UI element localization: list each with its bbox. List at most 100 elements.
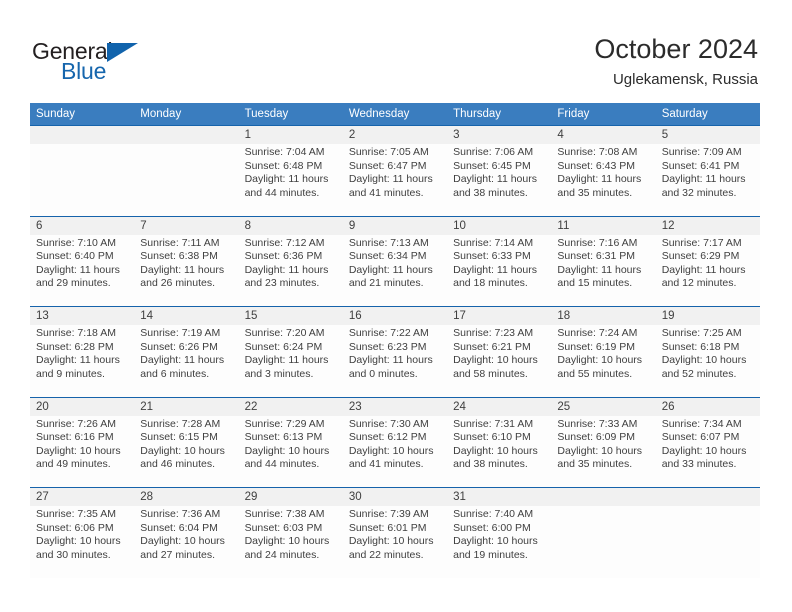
day-cell[interactable]: Sunrise: 7:19 AM Sunset: 6:26 PM Dayligh…: [134, 325, 239, 397]
sunset-text: Sunset: 6:01 PM: [348, 521, 427, 534]
daylight-text-line1: Daylight: 10 hours: [348, 535, 434, 548]
date-number: 31: [447, 487, 552, 506]
week-5-date-row: 27 28 29 30 31: [30, 487, 760, 506]
day-cell[interactable]: Sunrise: 7:40 AM Sunset: 6:00 PM Dayligh…: [447, 506, 552, 578]
daylight-text-line2: and 32 minutes.: [661, 186, 737, 199]
day-cell[interactable]: Sunrise: 7:24 AM Sunset: 6:19 PM Dayligh…: [551, 325, 656, 397]
day-cell[interactable]: Sunrise: 7:33 AM Sunset: 6:09 PM Dayligh…: [551, 415, 656, 488]
sunset-text: Sunset: 6:15 PM: [140, 431, 218, 444]
day-cell[interactable]: Sunrise: 7:20 AM Sunset: 6:24 PM Dayligh…: [238, 325, 343, 397]
day-cell[interactable]: Sunrise: 7:22 AM Sunset: 6:23 PM Dayligh…: [342, 325, 448, 397]
page-header: General Blue October 2024 Uglekamensk, R…: [0, 0, 792, 103]
sunrise-text: Sunrise: 7:10 AM: [36, 236, 116, 249]
sunset-text: Sunset: 6:23 PM: [348, 340, 427, 353]
day-cell[interactable]: Sunrise: 7:12 AM Sunset: 6:36 PM Dayligh…: [238, 234, 343, 307]
day-cell[interactable]: Sunrise: 7:10 AM Sunset: 6:40 PM Dayligh…: [30, 234, 135, 307]
date-number: [551, 487, 656, 506]
daylight-text-line1: Daylight: 10 hours: [661, 354, 747, 367]
sunrise-text: Sunrise: 7:30 AM: [348, 417, 429, 430]
day-cell[interactable]: Sunrise: 7:06 AM Sunset: 6:45 PM Dayligh…: [447, 144, 552, 216]
daylight-text-line2: and 52 minutes.: [661, 367, 737, 380]
daylight-text-line2: and 22 minutes.: [348, 548, 424, 561]
day-cell[interactable]: [30, 144, 135, 216]
daylight-text-line2: and 29 minutes.: [36, 277, 111, 290]
day-cell[interactable]: Sunrise: 7:13 AM Sunset: 6:34 PM Dayligh…: [342, 234, 448, 307]
date-number: 24: [447, 396, 552, 416]
calendar-page: General Blue October 2024 Uglekamensk, R…: [0, 0, 792, 612]
daylight-text-line1: Daylight: 10 hours: [557, 444, 643, 457]
date-number: 12: [655, 215, 760, 235]
daylight-text-line2: and 6 minutes.: [140, 367, 210, 380]
week-5-detail-row: Sunrise: 7:35 AM Sunset: 6:06 PM Dayligh…: [30, 506, 760, 578]
sunset-text: Sunset: 6:10 PM: [453, 431, 531, 444]
week-3-detail-row: Sunrise: 7:18 AM Sunset: 6:28 PM Dayligh…: [30, 325, 760, 397]
day-cell[interactable]: Sunrise: 7:26 AM Sunset: 6:16 PM Dayligh…: [30, 415, 135, 488]
day-cell[interactable]: Sunrise: 7:08 AM Sunset: 6:43 PM Dayligh…: [551, 144, 656, 216]
daylight-text-line1: Daylight: 11 hours: [244, 173, 329, 186]
sunrise-text: Sunrise: 7:39 AM: [348, 508, 429, 520]
day-cell[interactable]: Sunrise: 7:28 AM Sunset: 6:15 PM Dayligh…: [134, 415, 239, 488]
day-cell[interactable]: Sunrise: 7:36 AM Sunset: 6:04 PM Dayligh…: [134, 506, 239, 578]
daylight-text-line1: Daylight: 11 hours: [348, 173, 433, 186]
daylight-text-line1: Daylight: 10 hours: [140, 444, 225, 457]
day-cell[interactable]: [551, 506, 656, 578]
general-blue-logo[interactable]: General Blue: [32, 38, 212, 88]
day-cell[interactable]: Sunrise: 7:14 AM Sunset: 6:33 PM Dayligh…: [447, 234, 552, 307]
daylight-text-line1: Daylight: 10 hours: [140, 535, 225, 548]
day-cell[interactable]: Sunrise: 7:09 AM Sunset: 6:41 PM Dayligh…: [655, 144, 760, 216]
date-number: 23: [342, 396, 448, 416]
sunset-text: Sunset: 6:34 PM: [348, 250, 427, 263]
day-cell[interactable]: Sunrise: 7:34 AM Sunset: 6:07 PM Dayligh…: [655, 415, 760, 488]
daylight-text-line2: and 9 minutes.: [36, 367, 105, 380]
daylight-text-line2: and 0 minutes.: [348, 367, 418, 380]
daylight-text-line1: Daylight: 11 hours: [661, 263, 746, 276]
day-cell[interactable]: Sunrise: 7:31 AM Sunset: 6:10 PM Dayligh…: [447, 415, 552, 488]
sunrise-text: Sunrise: 7:23 AM: [453, 327, 534, 339]
daylight-text-line1: Daylight: 10 hours: [348, 444, 434, 457]
page-subtitle: Uglekamensk, Russia: [612, 71, 758, 88]
day-cell[interactable]: Sunrise: 7:04 AM Sunset: 6:48 PM Dayligh…: [238, 144, 343, 216]
day-cell[interactable]: Sunrise: 7:38 AM Sunset: 6:03 PM Dayligh…: [238, 506, 343, 578]
day-cell[interactable]: Sunrise: 7:35 AM Sunset: 6:06 PM Dayligh…: [30, 506, 135, 578]
day-cell[interactable]: Sunrise: 7:29 AM Sunset: 6:13 PM Dayligh…: [238, 415, 343, 488]
day-cell[interactable]: Sunrise: 7:23 AM Sunset: 6:21 PM Dayligh…: [447, 325, 552, 397]
weekday-header-monday: Monday: [134, 103, 239, 126]
daylight-text-line2: and 35 minutes.: [557, 186, 633, 199]
sunrise-text: Sunrise: 7:36 AM: [140, 508, 221, 520]
daylight-text-line1: Daylight: 10 hours: [453, 354, 538, 367]
day-cell[interactable]: Sunrise: 7:30 AM Sunset: 6:12 PM Dayligh…: [342, 415, 448, 488]
sunrise-text: Sunrise: 7:13 AM: [348, 236, 429, 249]
weekday-header-friday: Friday: [551, 103, 656, 126]
title-block: October 2024 Uglekamensk, Russia: [594, 33, 758, 90]
day-cell[interactable]: Sunrise: 7:05 AM Sunset: 6:47 PM Dayligh…: [342, 144, 448, 216]
day-cell[interactable]: Sunrise: 7:11 AM Sunset: 6:38 PM Dayligh…: [134, 234, 239, 307]
sunset-text: Sunset: 6:36 PM: [244, 250, 323, 263]
daylight-text-line2: and 30 minutes.: [36, 548, 111, 561]
day-cell[interactable]: Sunrise: 7:39 AM Sunset: 6:01 PM Dayligh…: [342, 506, 448, 578]
day-cell[interactable]: [655, 506, 760, 578]
sunset-text: Sunset: 6:19 PM: [557, 340, 636, 353]
daylight-text-line2: and 35 minutes.: [557, 458, 633, 471]
sunset-text: Sunset: 6:18 PM: [661, 340, 740, 353]
daylight-text-line2: and 41 minutes.: [348, 458, 424, 471]
sunset-text: Sunset: 6:07 PM: [661, 431, 740, 444]
sunrise-text: Sunrise: 7:26 AM: [36, 417, 116, 430]
daylight-text-line2: and 33 minutes.: [661, 458, 737, 471]
week-1-date-row: 1 2 3 4 5: [30, 125, 760, 144]
day-cell[interactable]: [134, 144, 239, 216]
sunrise-text: Sunrise: 7:24 AM: [557, 327, 638, 339]
daylight-text-line1: Daylight: 11 hours: [140, 354, 225, 367]
page-title: October 2024: [594, 34, 758, 64]
sunset-text: Sunset: 6:40 PM: [36, 250, 114, 263]
sunset-text: Sunset: 6:00 PM: [453, 521, 531, 534]
sunset-text: Sunset: 6:16 PM: [36, 431, 114, 444]
daylight-text-line2: and 24 minutes.: [244, 548, 320, 561]
day-cell[interactable]: Sunrise: 7:16 AM Sunset: 6:31 PM Dayligh…: [551, 234, 656, 307]
date-number: [30, 125, 135, 144]
day-cell[interactable]: Sunrise: 7:18 AM Sunset: 6:28 PM Dayligh…: [30, 325, 135, 397]
daylight-text-line2: and 38 minutes.: [453, 458, 528, 471]
sunrise-text: Sunrise: 7:28 AM: [140, 417, 221, 430]
day-cell[interactable]: Sunrise: 7:17 AM Sunset: 6:29 PM Dayligh…: [655, 234, 760, 307]
daylight-text-line1: Daylight: 10 hours: [244, 444, 330, 457]
day-cell[interactable]: Sunrise: 7:25 AM Sunset: 6:18 PM Dayligh…: [655, 325, 760, 397]
